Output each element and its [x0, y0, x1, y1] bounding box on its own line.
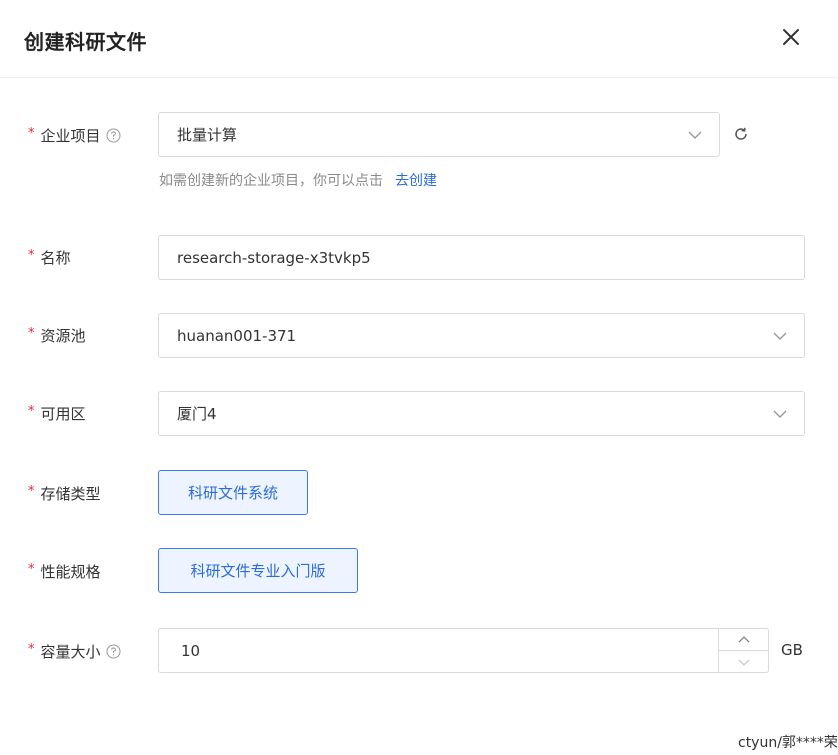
- chevron-up-icon: [738, 635, 750, 642]
- help-icon[interactable]: [106, 644, 121, 659]
- zone-label: 可用区: [40, 405, 86, 423]
- project-label-row: * 企业项目: [28, 125, 121, 146]
- required-mark: *: [28, 126, 35, 141]
- capacity-stepper: [718, 629, 769, 672]
- refresh-icon: [735, 127, 747, 140]
- chevron-down-icon: [738, 659, 750, 666]
- create-project-link[interactable]: 去创建: [395, 173, 437, 189]
- storage-type-label: 存储类型: [40, 485, 101, 503]
- storage-type-option[interactable]: 科研文件系统: [158, 470, 308, 515]
- project-select[interactable]: 批量计算: [158, 112, 720, 157]
- required-mark: *: [28, 562, 35, 577]
- storage-type-label-row: * 存储类型: [28, 483, 101, 504]
- capacity-input[interactable]: 10: [158, 628, 769, 673]
- chevron-down-icon: [773, 332, 787, 340]
- chevron-down-icon: [688, 131, 702, 139]
- dialog-header: 创建科研文件: [0, 0, 838, 78]
- decrement-button[interactable]: [719, 651, 769, 672]
- capacity-input-value: 10: [181, 642, 201, 660]
- required-mark: *: [28, 642, 35, 657]
- close-icon: [783, 29, 799, 45]
- zone-select-value: 厦门4: [177, 405, 217, 423]
- chevron-down-icon: [773, 410, 787, 418]
- watermark: ctyun/郭****荣: [738, 735, 838, 751]
- pool-label: 资源池: [40, 327, 86, 345]
- spec-option[interactable]: 科研文件专业入门版: [158, 548, 358, 593]
- refresh-button[interactable]: [733, 126, 749, 142]
- required-mark: *: [28, 484, 35, 499]
- capacity-label: 容量大小: [40, 643, 101, 661]
- create-research-file-dialog: 创建科研文件 * 企业项目 批量计算 如需创建新的企业项目，你可以点击 去创建 …: [0, 0, 838, 755]
- zone-select[interactable]: 厦门4: [158, 391, 805, 436]
- zone-label-row: * 可用区: [28, 403, 86, 424]
- help-icon[interactable]: [106, 128, 121, 143]
- project-hint: 如需创建新的企业项目，你可以点击 去创建: [159, 170, 437, 190]
- project-label: 企业项目: [40, 127, 101, 145]
- capacity-label-row: * 容量大小: [28, 641, 121, 662]
- close-button[interactable]: [778, 24, 804, 50]
- pool-label-row: * 资源池: [28, 325, 86, 346]
- project-select-value: 批量计算: [177, 126, 238, 144]
- required-mark: *: [28, 404, 35, 419]
- increment-button[interactable]: [719, 629, 769, 651]
- required-mark: *: [28, 248, 35, 263]
- spec-label: 性能规格: [40, 563, 101, 581]
- required-mark: *: [28, 326, 35, 341]
- name-label: 名称: [40, 249, 71, 267]
- spec-label-row: * 性能规格: [28, 561, 101, 582]
- name-input[interactable]: research-storage-x3tvkp5: [158, 235, 805, 280]
- capacity-unit: GB: [781, 641, 803, 659]
- project-hint-text: 如需创建新的企业项目，你可以点击: [159, 173, 383, 189]
- dialog-title: 创建科研文件: [24, 30, 147, 54]
- pool-select[interactable]: huanan001-371: [158, 313, 805, 358]
- name-input-value: research-storage-x3tvkp5: [177, 248, 371, 267]
- name-label-row: * 名称: [28, 247, 71, 268]
- pool-select-value: huanan001-371: [177, 326, 297, 345]
